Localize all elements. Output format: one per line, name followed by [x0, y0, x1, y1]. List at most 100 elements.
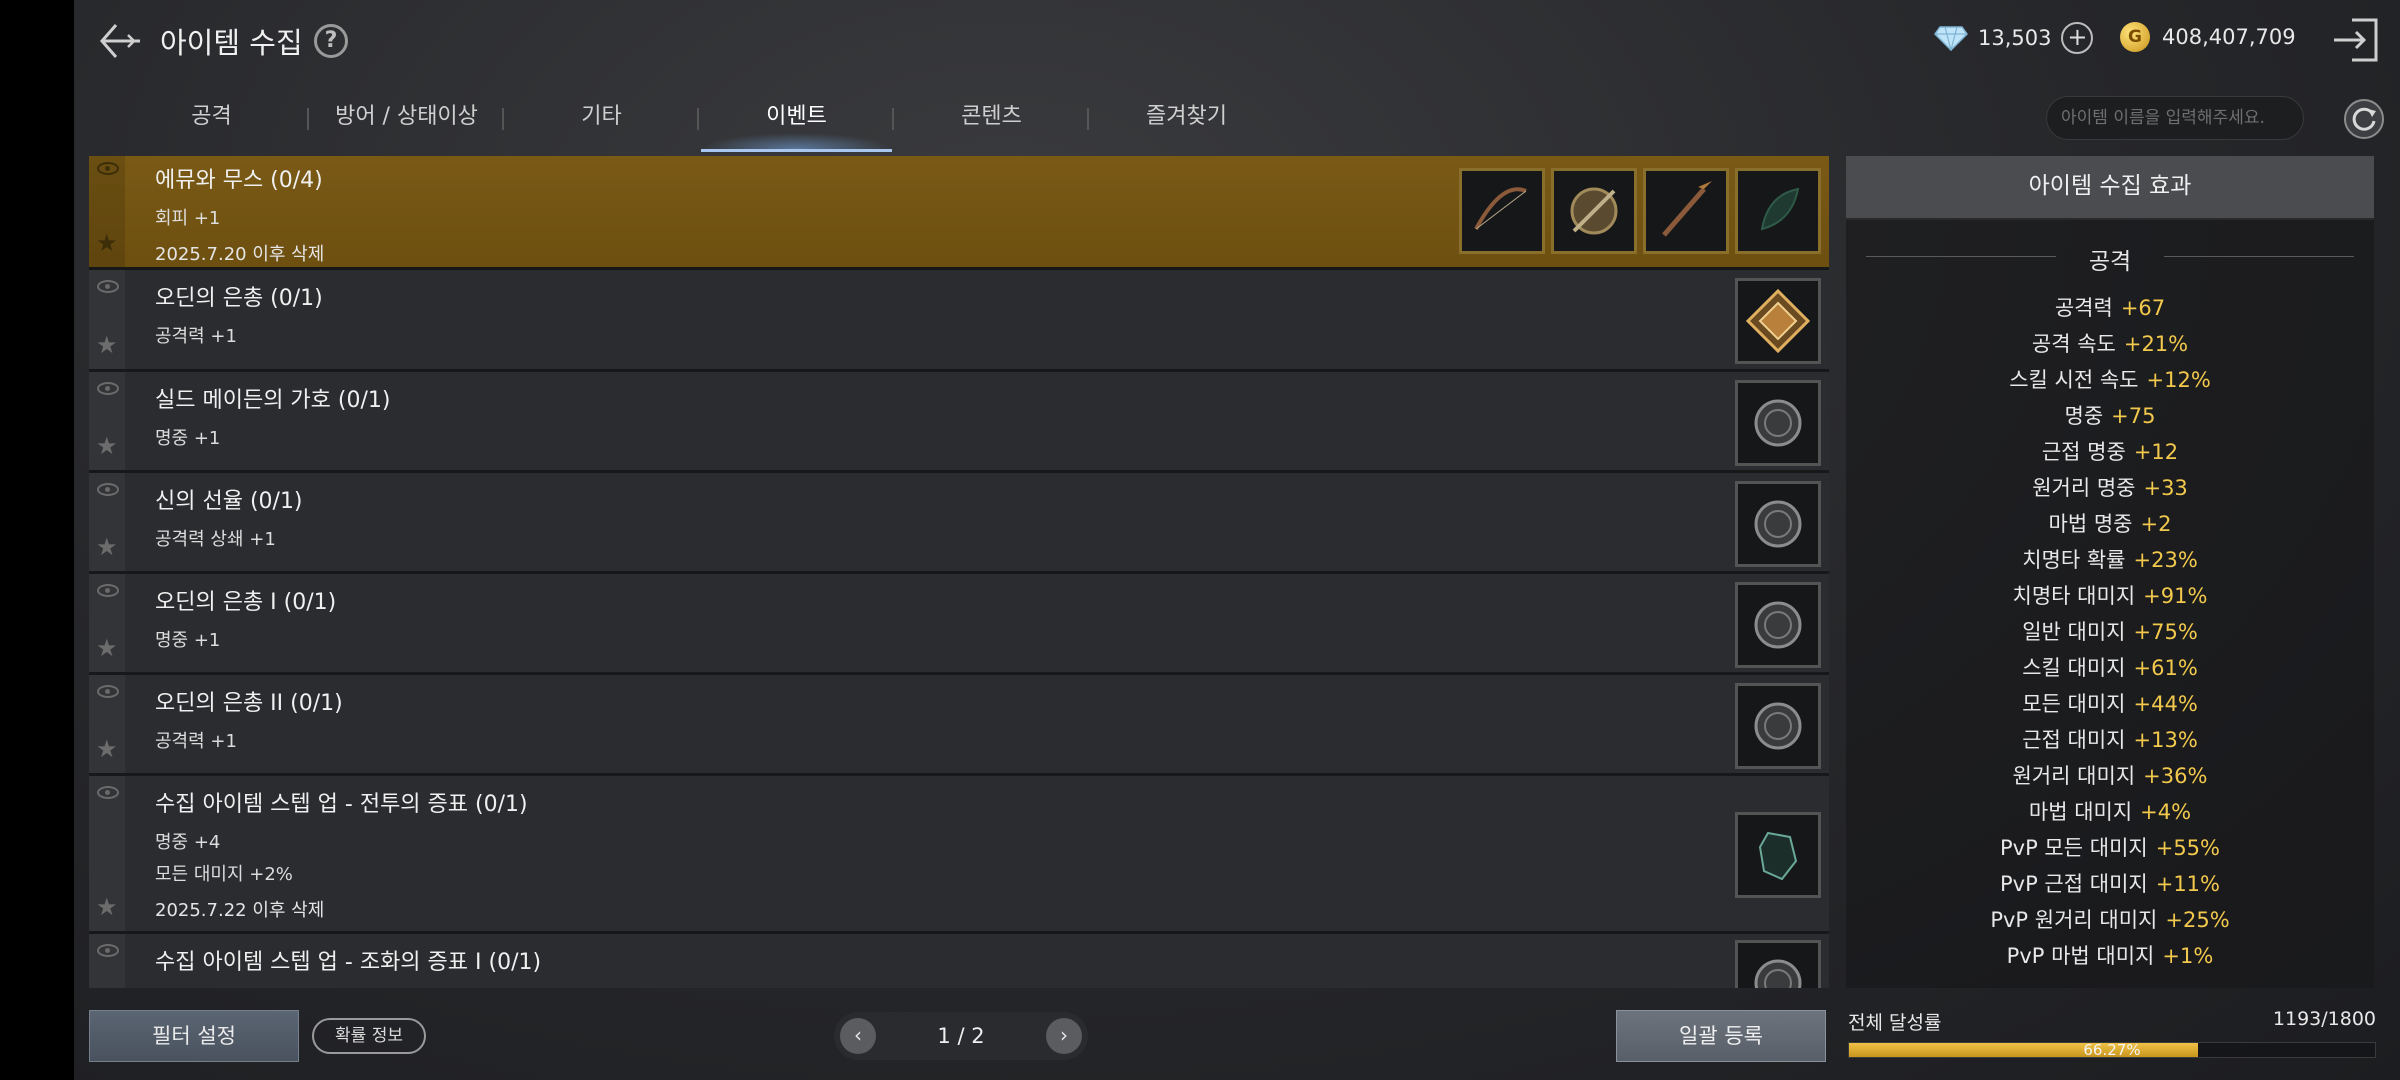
item-slot[interactable]	[1735, 582, 1821, 668]
collection-effect: 모든 대미지 +2%	[155, 864, 293, 885]
collection-name: 실드 메이든의 가호 (0/1)	[155, 388, 391, 413]
row-text: 신의 선율 (0/1) 공격력 상쇄 +1	[155, 473, 303, 551]
effect-value: +2	[2140, 512, 2172, 536]
tab-event[interactable]: 이벤트	[699, 92, 894, 152]
item-slot[interactable]	[1551, 168, 1637, 254]
leaf-icon	[1760, 187, 1800, 231]
exit-button[interactable]	[2330, 14, 2382, 66]
coin-icon	[1754, 601, 1802, 649]
eye-icon[interactable]	[97, 685, 119, 698]
eye-icon[interactable]	[97, 382, 119, 395]
effect-value: +67	[2120, 296, 2166, 320]
bulk-register-button[interactable]: 일괄 등록	[1616, 1010, 1826, 1062]
effect-value: +36%	[2143, 764, 2208, 788]
effect-row: PvP 근접 대미지 +11%	[1846, 866, 2374, 902]
effect-row: 명중 +75	[1846, 398, 2374, 434]
effect-value: +75	[2111, 404, 2156, 428]
collection-row[interactable]: ★ 수집 아이템 스텝 업 - 전투의 증표 (0/1) 명중 +4 모든 대미지 +…	[89, 776, 1829, 934]
tab-etc[interactable]: 기타	[504, 92, 699, 152]
item-slot[interactable]	[1459, 168, 1545, 254]
effect-list: 공격력 +67 공격 속도 +21% 스킬 시전 속도 +12% 명중 +75 근접 명중 +12…	[1846, 290, 2374, 974]
row-text: 실드 메이든의 가호 (0/1) 명중 +1	[155, 372, 390, 450]
progress-bar: 66.27%	[1848, 1041, 2376, 1059]
panel-title: 아이템 수집 효과	[1846, 156, 2374, 220]
favorite-star-icon[interactable]: ★	[96, 895, 118, 919]
effect-label: 마법 대미지	[2028, 800, 2133, 824]
favorite-star-icon[interactable]: ★	[96, 636, 118, 660]
effect-value: +12	[2133, 440, 2179, 464]
help-icon[interactable]: ?	[314, 24, 348, 58]
collection-row[interactable]: ★ 신의 선율 (0/1) 공격력 상쇄 +1	[89, 473, 1829, 574]
eye-icon[interactable]	[97, 483, 119, 496]
next-page-button[interactable]: ›	[1046, 1018, 1082, 1054]
effect-value: +23%	[2133, 548, 2198, 572]
effect-value: +13%	[2133, 728, 2198, 752]
collection-name: 수집 아이템 스텝 업 - 조화의 증표 I (0/1)	[155, 950, 542, 975]
favorite-star-icon[interactable]: ★	[96, 333, 118, 357]
collection-row[interactable]: ★ 오딘의 은총 I (0/1) 명중 +1	[89, 574, 1829, 675]
effect-value: +21%	[2123, 332, 2189, 356]
effect-value: +4%	[2140, 800, 2192, 824]
diamond-emblem-icon	[1745, 288, 1811, 354]
favorite-star-icon[interactable]: ★	[96, 231, 118, 255]
collection-effect: 명중 +1	[155, 630, 221, 651]
collection-effect: 공격력 +1	[155, 731, 237, 752]
tab-defense[interactable]: 방어 / 상태이상	[309, 92, 504, 152]
effect-value: +11%	[2155, 872, 2220, 896]
progress-percent: 66.27%	[2083, 1041, 2141, 1059]
progress-count: 1193/1800	[2272, 1008, 2376, 1030]
eye-icon[interactable]	[97, 280, 119, 293]
item-slot[interactable]	[1735, 481, 1821, 567]
tab-attack[interactable]: 공격	[114, 92, 309, 152]
category-tabs: 공격 방어 / 상태이상 기타 이벤트 콘텐츠 즐겨찾기	[114, 92, 1284, 152]
tab-favorites[interactable]: 즐겨찾기	[1089, 92, 1284, 152]
item-slots	[1735, 940, 1821, 988]
effect-category-heading: 공격	[1846, 242, 2374, 276]
gold-amount: 408,407,709	[2162, 25, 2296, 49]
expiry-date: 2025.7.22 이후 삭제	[155, 900, 325, 921]
collection-effect: 공격력 +1	[155, 326, 237, 347]
probability-info-button[interactable]: 확률 정보	[312, 1018, 426, 1054]
prev-page-button[interactable]: ‹	[840, 1018, 876, 1054]
item-slot[interactable]	[1735, 380, 1821, 466]
collection-list: ★ 에뮤와 무스 (0/4) 회피 +1 2025.7.20 이후 삭제 ★ 오딘의 은총…	[89, 156, 1829, 988]
collection-row[interactable]: ★ 오딘의 은총 II (0/1) 공격력 +1	[89, 675, 1829, 776]
collection-row[interactable]: ★ 오딘의 은총 (0/1) 공격력 +1	[89, 270, 1829, 372]
row-side-strip: ★	[89, 574, 125, 672]
back-button[interactable]	[96, 16, 146, 66]
filter-settings-button[interactable]: 필터 설정	[89, 1010, 299, 1062]
effect-label: 일반 대미지	[2022, 620, 2126, 644]
pagination: ‹ 1 / 2 ›	[834, 1012, 1088, 1060]
item-slot[interactable]	[1735, 940, 1821, 988]
effect-label: 치명타 확률	[2022, 548, 2126, 572]
item-slot[interactable]	[1643, 168, 1729, 254]
search-input[interactable]: 아이템 이름을 입력해주세요.	[2046, 96, 2304, 140]
favorite-star-icon[interactable]: ★	[96, 737, 118, 761]
coin-icon	[1754, 399, 1802, 447]
row-text: 에뮤와 무스 (0/4) 회피 +1 2025.7.20 이후 삭제	[155, 156, 324, 266]
item-slot[interactable]	[1735, 812, 1821, 898]
collection-row[interactable]: ★ 실드 메이든의 가호 (0/1) 명중 +1	[89, 372, 1829, 473]
eye-icon[interactable]	[97, 584, 119, 597]
effect-label: 스킬 시전 속도	[2009, 368, 2139, 392]
effect-label: 마법 명중	[2048, 512, 2133, 536]
favorite-star-icon[interactable]: ★	[96, 434, 118, 458]
refresh-button[interactable]	[2344, 99, 2384, 139]
tab-content[interactable]: 콘텐츠	[894, 92, 1089, 152]
effect-label: 원거리 명중	[2032, 476, 2136, 500]
item-slot[interactable]	[1735, 168, 1821, 254]
collection-row[interactable]: 수집 아이템 스텝 업 - 조화의 증표 I (0/1)	[89, 934, 1829, 988]
eye-icon[interactable]	[97, 162, 119, 175]
effect-row: 치명타 대미지 +91%	[1846, 578, 2374, 614]
collection-name: 오딘의 은총 I (0/1)	[155, 590, 337, 615]
effect-row: 공격 속도 +21%	[1846, 326, 2374, 362]
add-diamond-button[interactable]: +	[2061, 22, 2094, 54]
item-slot[interactable]	[1735, 683, 1821, 769]
eye-icon[interactable]	[97, 786, 119, 799]
collection-name: 오딘의 은총 (0/1)	[155, 286, 323, 311]
collection-row[interactable]: ★ 에뮤와 무스 (0/4) 회피 +1 2025.7.20 이후 삭제	[89, 156, 1829, 270]
item-slot[interactable]	[1735, 278, 1821, 364]
effect-row: PvP 원거리 대미지 +25%	[1846, 902, 2374, 938]
eye-icon[interactable]	[97, 944, 119, 957]
favorite-star-icon[interactable]: ★	[96, 535, 118, 559]
